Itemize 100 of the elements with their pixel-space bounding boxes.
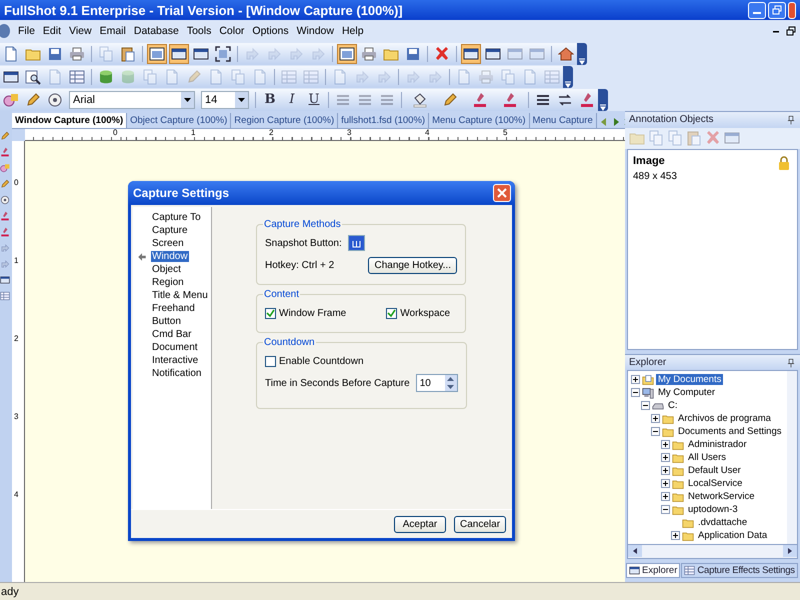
up-arrow-icon[interactable]	[447, 377, 454, 381]
dialog-button[interactable]: Cancelar	[454, 516, 506, 532]
collapse-toggle[interactable]	[631, 388, 640, 398]
dropdown-arrow-icon	[184, 98, 191, 102]
category-item[interactable]: Object	[151, 264, 182, 275]
document-tab[interactable]: Region Capture (100%)	[231, 113, 338, 128]
menu-item[interactable]: Window	[292, 23, 338, 39]
minimize-button[interactable]	[748, 2, 766, 18]
brush-icon	[0, 227, 10, 237]
expand-toggle[interactable]	[671, 531, 680, 540]
category-item[interactable]: Button	[151, 316, 182, 327]
menu-item[interactable]: View	[65, 23, 96, 39]
menu-item[interactable]: Color	[215, 23, 248, 39]
category-item[interactable]: Capture	[151, 225, 189, 236]
category-item[interactable]: Region	[151, 277, 185, 288]
toolbar-button[interactable]	[147, 44, 167, 64]
toolbar-button[interactable]	[337, 44, 357, 64]
category-item[interactable]: Title & Menu	[151, 290, 209, 301]
menu-item[interactable]: Email	[96, 23, 130, 39]
toolbar-options-button[interactable]	[598, 88, 608, 110]
ruler-number: 2	[14, 335, 18, 343]
expand-toggle[interactable]	[651, 414, 660, 424]
tree-item[interactable]: .dvdattache	[696, 517, 750, 528]
toolbar-options-button[interactable]	[577, 42, 587, 64]
checkbox[interactable]	[265, 308, 276, 318]
folder-icon	[682, 516, 694, 529]
close-button[interactable]	[493, 184, 511, 202]
toolbar-options-button[interactable]	[563, 66, 573, 88]
down-arrow-icon[interactable]	[447, 385, 454, 389]
clipboard-icon	[686, 130, 702, 146]
close-button[interactable]	[788, 2, 796, 18]
menu-item[interactable]: File	[14, 23, 39, 39]
category-item[interactable]: Document	[151, 342, 199, 353]
expand-toggle[interactable]	[661, 453, 670, 462]
font-size-dropdown[interactable]: 14	[201, 90, 249, 108]
category-item[interactable]: Notification	[151, 368, 202, 379]
collapse-toggle[interactable]	[661, 505, 670, 514]
restore-button[interactable]	[768, 2, 786, 18]
category-item[interactable]: Window	[151, 251, 189, 262]
tree-item[interactable]: C:	[666, 400, 680, 412]
dialog-button[interactable]: Aceptar	[394, 516, 446, 532]
expand-toggle[interactable]	[661, 492, 670, 502]
group-title: Capture Methods	[263, 219, 342, 230]
tree-item[interactable]: Documents and Settings	[676, 426, 784, 438]
document-tab[interactable]: Object Capture (100%)	[127, 113, 232, 128]
restore-icon[interactable]	[786, 26, 796, 36]
brush-icon	[579, 92, 595, 108]
window-icon	[3, 68, 19, 84]
tree-item[interactable]: All Users	[686, 452, 728, 464]
tree-item[interactable]: Default User	[686, 465, 743, 476]
panel-tab[interactable]: Capture Effects Settings	[681, 562, 798, 578]
tree-item[interactable]: LocalService	[686, 478, 744, 490]
checkbox[interactable]	[386, 308, 398, 318]
expand-toggle[interactable]	[661, 440, 670, 450]
checkbox[interactable]	[265, 356, 276, 366]
document-tab[interactable]: Window Capture (100%)	[12, 113, 128, 128]
category-item[interactable]: Screen	[151, 238, 185, 249]
panel-tab[interactable]: Explorer	[626, 562, 680, 578]
change-hotkey-button[interactable]: Change Hotkey...	[368, 256, 457, 274]
tree-item[interactable]: My Documents	[656, 374, 724, 386]
menu-item[interactable]: Database	[130, 23, 183, 39]
seconds-spinner[interactable]: 10	[416, 374, 458, 392]
category-item[interactable]: Cmd Bar	[151, 329, 192, 340]
tree-item[interactable]: Application Data	[696, 530, 770, 542]
document-icon	[164, 68, 180, 84]
tree-item[interactable]: Administrador	[686, 439, 749, 450]
app-icon[interactable]	[0, 24, 10, 38]
format-button[interactable]: I	[282, 90, 302, 110]
expand-toggle[interactable]	[661, 466, 670, 476]
right-arrow-icon[interactable]	[786, 547, 794, 556]
toolbar-button[interactable]	[461, 44, 481, 64]
tree-item[interactable]: uptodown-3	[686, 504, 740, 516]
scrollbar[interactable]	[787, 371, 797, 544]
font-dropdown[interactable]: Arial	[69, 90, 195, 108]
format-button[interactable]: U	[304, 90, 324, 110]
menu-item[interactable]: Help	[338, 23, 368, 39]
expand-toggle[interactable]	[631, 375, 640, 384]
magnifier-icon	[25, 68, 41, 84]
category-item[interactable]: Capture To	[151, 212, 202, 223]
menu-item[interactable]: Options	[248, 23, 293, 39]
collapse-toggle[interactable]	[651, 427, 660, 436]
toolbar-button[interactable]	[213, 44, 233, 64]
minimize-icon	[753, 12, 761, 14]
scrollbar[interactable]	[627, 545, 798, 559]
document-tab[interactable]: fullshot1.fsd (100%)	[338, 113, 430, 128]
delete-icon	[705, 130, 721, 146]
toolbar-button[interactable]	[169, 44, 189, 64]
menu-item[interactable]: Tools	[182, 23, 216, 39]
tree-item[interactable]: Archivos de programa	[676, 413, 773, 424]
expand-toggle[interactable]	[661, 479, 670, 488]
format-button[interactable]: B	[260, 90, 280, 110]
category-item[interactable]: Interactive	[151, 355, 200, 366]
snapshot-button[interactable]	[348, 235, 365, 251]
collapse-toggle[interactable]	[641, 401, 650, 410]
tree-item[interactable]: NetworkService	[686, 491, 757, 502]
left-arrow-icon[interactable]	[631, 547, 639, 556]
document-tab[interactable]: Menu Capture (100%)	[429, 113, 530, 128]
category-item[interactable]: Freehand	[151, 303, 196, 314]
tree-item[interactable]: My Computer	[656, 387, 718, 398]
menu-item[interactable]: Edit	[38, 23, 66, 39]
